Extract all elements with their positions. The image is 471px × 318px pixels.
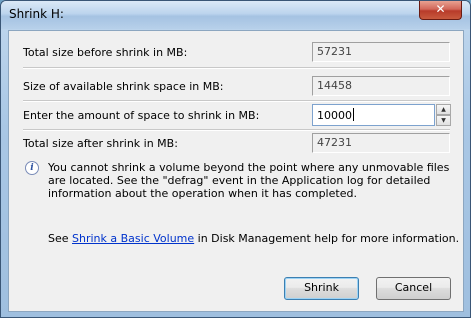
help-suffix: in Disk Management help for more informa… [194,232,460,245]
text-caret [353,108,354,121]
total-after-label: Total size after shrink in MB: [23,137,178,150]
shrink-amount-spinner: ▲ ▼ [436,104,451,126]
spin-up-button[interactable]: ▲ [436,104,451,115]
separator [23,67,450,69]
total-after-value: 47231 [312,133,450,153]
dialog-title: Shrink H: [9,7,64,21]
cancel-button[interactable]: Cancel [376,277,451,300]
available-space-value: 14458 [312,76,450,96]
shrink-amount-input[interactable]: 10000 [312,104,435,126]
separator [23,129,450,131]
close-icon: ✕ [435,2,446,16]
available-space-label: Size of available shrink space in MB: [23,80,224,93]
shrink-button[interactable]: Shrink [284,277,359,300]
close-button[interactable]: ✕ [419,1,462,20]
title-bar[interactable]: Shrink H: ✕ [1,1,470,29]
info-icon: i [25,161,39,175]
shrink-dialog: Shrink H: ✕ Total size before shrink in … [0,0,471,318]
info-message: You cannot shrink a volume beyond the po… [48,161,450,200]
separator [23,100,450,102]
total-before-label: Total size before shrink in MB: [23,46,188,59]
shrink-amount-value: 10000 [317,109,352,122]
dialog-body: Total size before shrink in MB: 57231 Si… [8,30,464,312]
total-before-value: 57231 [312,42,450,62]
shrink-amount-label: Enter the amount of space to shrink in M… [23,109,260,122]
help-line: See Shrink a Basic Volume in Disk Manage… [48,232,459,245]
spin-down-button[interactable]: ▼ [436,115,451,126]
help-prefix: See [48,232,73,245]
help-link[interactable]: Shrink a Basic Volume [72,232,194,245]
